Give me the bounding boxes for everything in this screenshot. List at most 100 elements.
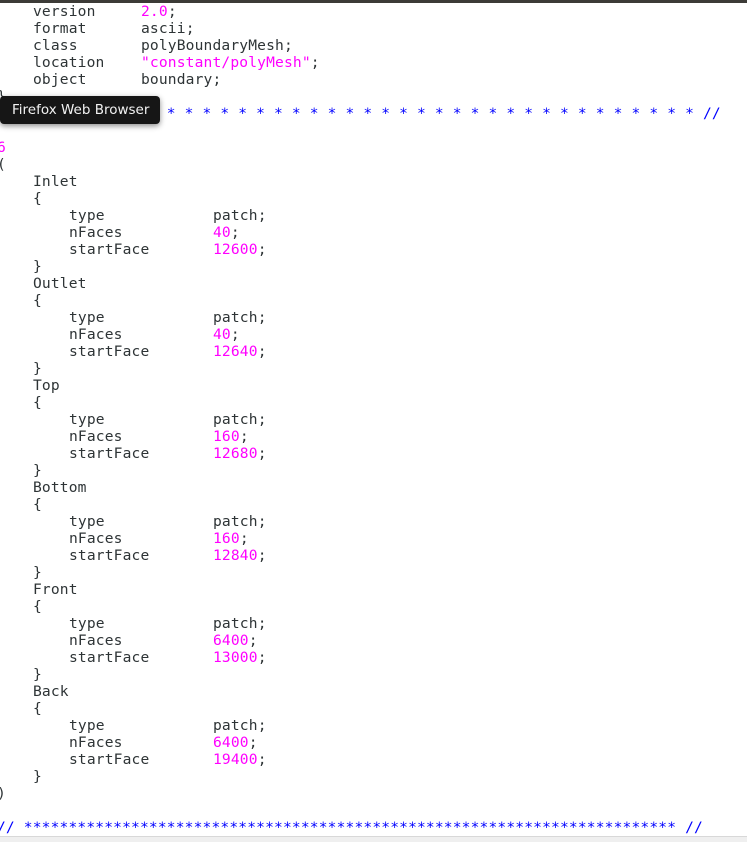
patch-field-line: type patch; [0,615,747,632]
patch-field-line: type patch; [0,717,747,734]
brace-open-line: { [0,394,747,411]
header-value: "constant/polyMesh" [141,54,311,71]
field-value-startface: 12680 [213,445,258,462]
close-brace: } [33,564,42,581]
field-value-wrap: 13000; [213,649,267,666]
field-label-startface: startFace [69,751,150,768]
patch-name: Outlet [33,275,87,292]
brace-close-line: } [0,666,747,683]
header-key: format [33,20,87,37]
text-editor[interactable]: version 2.0; format ascii; class polyBoundary… [0,3,747,836]
semicolon: ; [185,20,195,37]
semicolon: ; [239,428,249,445]
semicolon: ; [248,632,258,649]
semicolon: ; [257,615,267,632]
field-label-startface: startFace [69,241,150,258]
field-value-wrap: 12640; [213,343,267,360]
field-value-type: patch [213,309,258,326]
semicolon: ; [167,3,177,20]
field-value-wrap: patch; [213,615,267,632]
semicolon: ; [257,547,267,564]
close-paren: ) [0,785,6,802]
field-label-startface: startFace [69,649,150,666]
field-value-type: patch [213,615,258,632]
field-value-nfaces: 160 [213,530,240,547]
field-value-wrap: 6400; [213,734,258,751]
patch-field-line: nFaces 6400; [0,734,747,751]
field-value-startface: 12840 [213,547,258,564]
header-line: version 2.0; [0,3,747,20]
footer-line: // *************************************… [0,819,747,836]
brace-close-line: } [0,360,747,377]
semicolon: ; [257,751,267,768]
field-value-wrap: 12600; [213,241,267,258]
field-label-type: type [69,615,105,632]
field-label-type: type [69,411,105,428]
patch-field-line: nFaces 6400; [0,632,747,649]
semicolon: ; [257,649,267,666]
list-open-line: ( [0,156,747,173]
launcher-tooltip: Firefox Web Browser [0,96,161,124]
header-value-wrap: polyBoundaryMesh; [141,37,293,54]
patch-field-line: type patch; [0,513,747,530]
semicolon: ; [257,309,267,326]
patch-field-line: type patch; [0,309,747,326]
brace-close-line: } [0,462,747,479]
patch-name: Bottom [33,479,87,496]
brace-close-line: } [0,564,747,581]
field-value-wrap: patch; [213,207,267,224]
patch-field-line: startFace 13000; [0,649,747,666]
open-brace: { [33,700,42,717]
field-value-nfaces: 6400 [213,632,249,649]
header-value-wrap: boundary; [141,71,221,88]
patch-count: 6 [0,139,6,156]
patch-field-line: startFace 19400; [0,751,747,768]
close-brace: } [33,360,42,377]
brace-close-line: } [0,768,747,785]
open-brace: { [33,496,42,513]
patch-name-line: Front [0,581,747,598]
close-brace: } [33,462,42,479]
field-value-type: patch [213,411,258,428]
semicolon: ; [212,71,222,88]
field-label-startface: startFace [69,445,150,462]
field-value-type: patch [213,717,258,734]
header-value-wrap: "constant/polyMesh"; [141,54,320,71]
field-label-type: type [69,717,105,734]
field-label-nfaces: nFaces [69,530,123,547]
patch-field-line: type patch; [0,207,747,224]
patch-field-line: nFaces 40; [0,326,747,343]
brace-open-line: { [0,292,747,309]
field-label-nfaces: nFaces [69,632,123,649]
field-value-wrap: 40; [213,326,240,343]
field-label-type: type [69,513,105,530]
field-value-wrap: patch; [213,309,267,326]
semicolon: ; [248,734,258,751]
field-label-type: type [69,207,105,224]
header-key: location [33,54,105,71]
semicolon: ; [257,445,267,462]
semicolon: ; [230,224,240,241]
patch-field-line: nFaces 160; [0,428,747,445]
semicolon: ; [283,37,293,54]
field-value-nfaces: 6400 [213,734,249,751]
field-value-wrap: 160; [213,428,249,445]
field-value-startface: 12600 [213,241,258,258]
patch-name-line: Bottom [0,479,747,496]
header-line: object boundary; [0,71,747,88]
status-bar-edge [0,836,747,842]
header-key: class [33,37,78,54]
patch-field-line: startFace 12600; [0,241,747,258]
patch-name: Back [33,683,69,700]
patch-field-line: nFaces 40; [0,224,747,241]
semicolon: ; [257,343,267,360]
field-value-startface: 19400 [213,751,258,768]
semicolon: ; [257,241,267,258]
patch-count-line: 6 [0,139,747,156]
footer-comment: // *************************************… [0,819,703,836]
header-key: object [33,71,87,88]
patch-field-line: startFace 12640; [0,343,747,360]
semicolon: ; [257,207,267,224]
field-value-wrap: 160; [213,530,249,547]
patch-name-line: Back [0,683,747,700]
